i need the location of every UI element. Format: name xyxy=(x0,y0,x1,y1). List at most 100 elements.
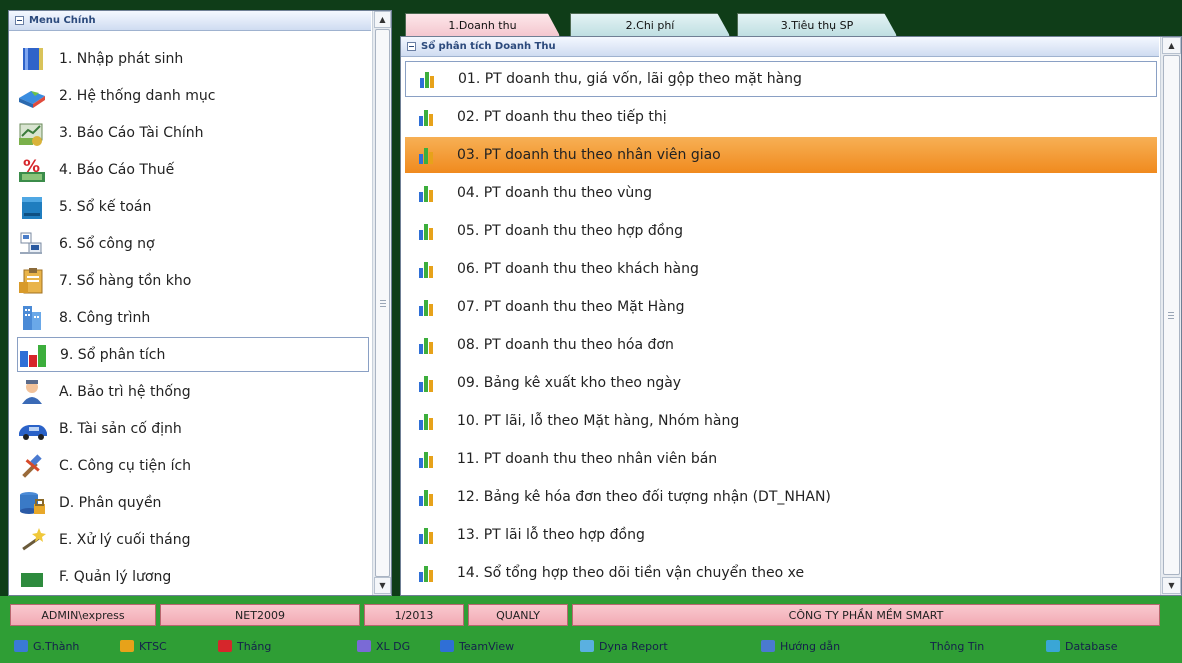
report-item-label: 08. PT doanh thu theo hóa đơn xyxy=(457,337,674,353)
teamviewer-icon xyxy=(440,640,454,652)
scroll-up-button[interactable]: ▲ xyxy=(1162,37,1181,54)
cube-icon xyxy=(17,82,49,110)
report-group-header[interactable]: Sổ phân tích Doanh Thu xyxy=(401,37,1159,57)
toolbar-button[interactable]: Database xyxy=(1046,635,1118,657)
toolbar-button[interactable]: G.Thành xyxy=(14,635,79,657)
report-scrollbar[interactable]: ▲ ▼ xyxy=(1160,37,1181,595)
ktsc-icon xyxy=(120,640,134,652)
report-item[interactable]: 01. PT doanh thu, giá vốn, lãi gộp theo … xyxy=(405,61,1157,97)
database-icon xyxy=(1046,640,1060,652)
main-menu-item[interactable]: B. Tài sản cố định xyxy=(17,411,369,446)
scroll-thumb[interactable] xyxy=(1163,55,1180,575)
toolbar-button-label: Database xyxy=(1065,639,1118,653)
report-item[interactable]: 10. PT lãi, lỗ theo Mặt hàng, Nhóm hàng xyxy=(405,403,1157,439)
report-item[interactable]: 06. PT doanh thu theo khách hàng xyxy=(405,251,1157,287)
toolbar-button[interactable]: KTSC xyxy=(120,635,167,657)
main-menu-item[interactable]: % 4. Báo Cáo Thuế xyxy=(17,152,369,187)
toolbar-button[interactable]: XL DG xyxy=(357,635,410,657)
main-menu-item[interactable]: 5. Sổ kế toán xyxy=(17,189,369,224)
report-item-label: 04. PT doanh thu theo vùng xyxy=(457,185,652,201)
scroll-thumb[interactable] xyxy=(375,29,390,577)
collapse-icon[interactable] xyxy=(15,16,24,25)
report-item[interactable]: 14. Sổ tổng hợp theo dõi tiền vận chuyển… xyxy=(405,555,1157,591)
report-chart-icon xyxy=(419,108,435,126)
toolbar-button-label: TeamView xyxy=(459,639,515,653)
main-menu-item[interactable]: F. Quản lý lương xyxy=(17,559,369,594)
report-item[interactable]: 12. Bảng kê hóa đơn theo đối tượng nhận … xyxy=(405,479,1157,515)
report-item-label: 01. PT doanh thu, giá vốn, lãi gộp theo … xyxy=(458,71,802,87)
report-item-label: 14. Sổ tổng hợp theo dõi tiền vận chuyển… xyxy=(457,565,805,581)
collapse-icon[interactable] xyxy=(407,42,416,51)
main-menu-item-label: B. Tài sản cố định xyxy=(59,420,182,437)
report-chart-icon xyxy=(419,184,435,202)
report-item[interactable]: 13. PT lãi lỗ theo hợp đồng xyxy=(405,517,1157,553)
tools-icon xyxy=(17,452,49,480)
toolbar: G.Thành KTSC Tháng XL DG TeamView Dyna Report… xyxy=(14,635,1174,657)
status-area: ADMIN\express NET2009 1/2013 QUANLY CÔNG… xyxy=(0,596,1182,663)
main-menu-item[interactable]: A. Bảo trì hệ thống xyxy=(17,374,369,409)
main-menu-item[interactable]: E. Xử lý cuối tháng xyxy=(17,522,369,557)
report-item-label: 10. PT lãi, lỗ theo Mặt hàng, Nhóm hàng xyxy=(457,413,740,429)
scroll-up-button[interactable]: ▲ xyxy=(374,11,391,28)
toolbar-button-label: G.Thành xyxy=(33,639,80,653)
main-menu-item-label: 2. Hệ thống danh mục xyxy=(59,87,216,104)
car-icon xyxy=(17,415,49,443)
report-item[interactable]: 11. PT doanh thu theo nhân viên bán xyxy=(405,441,1157,477)
main-menu-item[interactable]: 9. Sổ phân tích xyxy=(17,337,369,372)
tab-tieu-thu-sp[interactable]: 3.Tiêu thụ SP xyxy=(737,13,897,36)
main-menu-item[interactable]: 8. Công trình xyxy=(17,300,369,335)
main-menu-scrollbar[interactable]: ▲ ▼ xyxy=(372,11,391,595)
toolbar-button[interactable]: Thông Tin xyxy=(930,635,984,657)
report-chart-icon xyxy=(419,526,435,544)
tab-chi-phi[interactable]: 2.Chi phí xyxy=(570,13,730,36)
main-menu-item[interactable]: C. Công cụ tiện ích xyxy=(17,448,369,483)
main-menu-item-label: 1. Nhập phát sinh xyxy=(59,50,184,67)
report-chart-icon xyxy=(419,336,435,354)
technician-icon xyxy=(17,378,49,406)
report-item-label: 11. PT doanh thu theo nhân viên bán xyxy=(457,451,718,467)
report-item[interactable]: 05. PT doanh thu theo hợp đồng xyxy=(405,213,1157,249)
main-menu-item-label: 7. Sổ hàng tồn kho xyxy=(59,272,192,289)
report-item-label: 02. PT doanh thu theo tiếp thị xyxy=(457,109,667,125)
main-menu-item[interactable]: 7. Sổ hàng tồn kho xyxy=(17,263,369,298)
main-menu-item-label: F. Quản lý lương xyxy=(59,568,172,585)
main-menu-item-label: D. Phân quyền xyxy=(59,494,162,511)
clipboard-icon xyxy=(17,267,49,295)
payroll-icon xyxy=(17,563,49,591)
main-menu-item[interactable]: 1. Nhập phát sinh xyxy=(17,41,369,76)
report-chart-icon xyxy=(419,298,435,316)
scroll-down-button[interactable]: ▼ xyxy=(374,577,391,594)
toolbar-button[interactable]: TeamView xyxy=(440,635,514,657)
main-menu-item[interactable]: D. Phân quyền xyxy=(17,485,369,520)
main-menu-item-label: 6. Sổ công nợ xyxy=(59,235,155,252)
report-item-label: 13. PT lãi lỗ theo hợp đồng xyxy=(457,527,645,543)
percent-icon: % xyxy=(17,156,49,184)
status-role: QUANLY xyxy=(468,604,568,626)
scroll-down-button[interactable]: ▼ xyxy=(1162,577,1181,594)
toolbar-button[interactable]: Dyna Report xyxy=(580,635,668,657)
toolbar-button[interactable]: Hướng dẫn xyxy=(761,635,840,657)
report-chart-icon xyxy=(419,412,435,430)
main-menu-item[interactable]: 2. Hệ thống danh mục xyxy=(17,78,369,113)
main-menu-item[interactable]: 6. Sổ công nợ xyxy=(17,226,369,261)
report-item-label: 05. PT doanh thu theo hợp đồng xyxy=(457,223,684,239)
status-database: NET2009 xyxy=(160,604,360,626)
report-item-label: 03. PT doanh thu theo nhân viên giao xyxy=(457,147,721,163)
calendar-icon xyxy=(218,640,232,652)
report-item[interactable]: 07. PT doanh thu theo Mặt Hàng xyxy=(405,289,1157,325)
toolbar-button[interactable]: Tháng xyxy=(218,635,271,657)
main-menu-item[interactable]: 3. Báo Cáo Tài Chính xyxy=(17,115,369,150)
report-item-label: 12. Bảng kê hóa đơn theo đối tượng nhận … xyxy=(457,489,831,505)
report-item[interactable]: 02. PT doanh thu theo tiếp thị xyxy=(405,99,1157,135)
main-menu-header[interactable]: Menu Chính xyxy=(9,11,371,31)
report-item[interactable]: 08. PT doanh thu theo hóa đơn xyxy=(405,327,1157,363)
report-item[interactable]: 04. PT doanh thu theo vùng xyxy=(405,175,1157,211)
status-company: CÔNG TY PHẦN MỀM SMART xyxy=(572,604,1160,626)
report-panel: Sổ phân tích Doanh Thu 01. PT doanh thu,… xyxy=(400,36,1182,596)
toolbar-button-label: XL DG xyxy=(376,639,411,653)
tab-doanh-thu[interactable]: 1.Doanh thu xyxy=(405,13,560,36)
gthanh-icon xyxy=(14,640,28,652)
report-item[interactable]: 09. Bảng kê xuất kho theo ngày xyxy=(405,365,1157,401)
report-item[interactable]: 03. PT doanh thu theo nhân viên giao xyxy=(405,137,1157,173)
report-chart-icon xyxy=(419,450,435,468)
